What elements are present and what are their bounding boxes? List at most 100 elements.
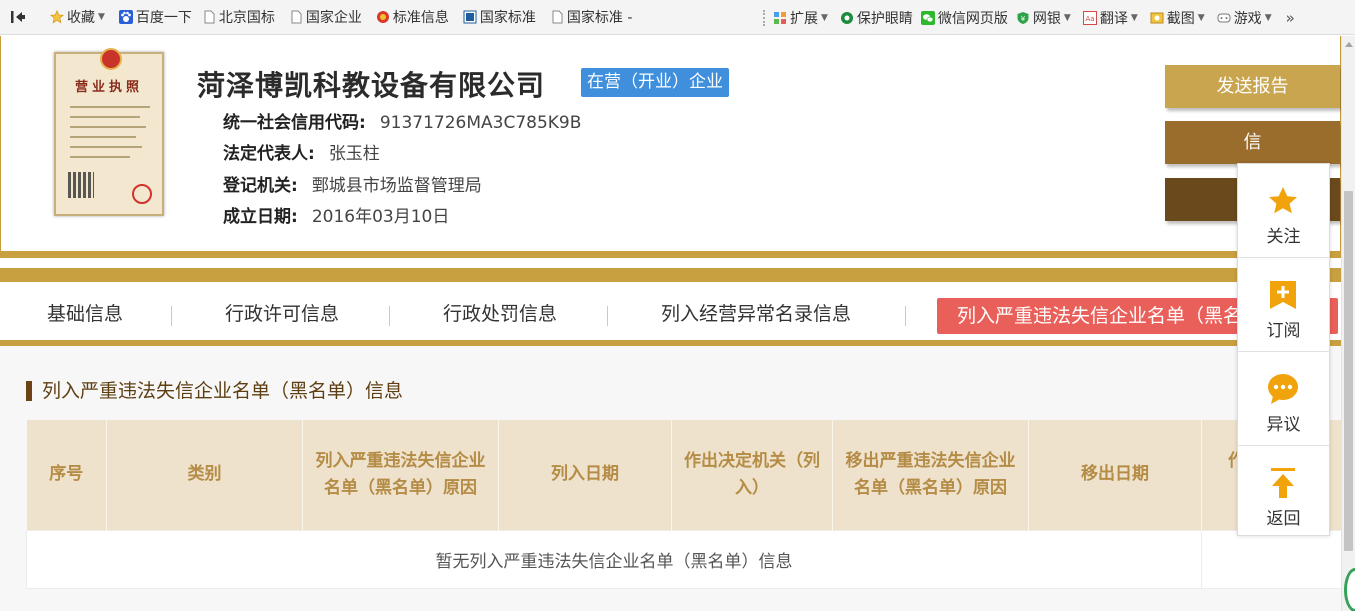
tool-translate[interactable]: Aa 翻译 ▼ bbox=[1082, 0, 1138, 35]
info-value: 张玉柱 bbox=[328, 144, 380, 164]
credit-action-button[interactable]: 信 bbox=[1165, 121, 1340, 164]
info-value: 91371726MA3C785K9B bbox=[379, 113, 582, 133]
bookmark-baidu[interactable]: 百度一下 bbox=[118, 0, 192, 35]
company-header-card: 营业执照 菏泽博凯科教设备有限公司 在营（开业）企业 统一社会信用代码: 9137… bbox=[0, 36, 1341, 258]
browser-bookmark-bar: 收藏 ▼ 百度一下 北京国标 国家企业 标准信息 国家标准 国家标准 - 扩展 … bbox=[0, 0, 1355, 35]
info-credit-code: 统一社会信用代码: 91371726MA3C785K9B bbox=[223, 108, 581, 133]
column-header: 列入严重违法失信企业名单（黑名单）原因 bbox=[302, 420, 499, 530]
official-seal bbox=[132, 184, 152, 204]
subscribe-label: 订阅 bbox=[1266, 321, 1301, 341]
status-badge: 在营（开业）企业 bbox=[581, 68, 729, 97]
column-header: 移出严重违法失信企业名单（黑名单）原因 bbox=[832, 420, 1029, 530]
tab-abnormal-operations[interactable]: 列入经营异常名录信息 bbox=[661, 298, 851, 330]
info-tabs: 基础信息 行政许可信息 行政处罚信息 列入经营异常名录信息 列入严重违法失信企业… bbox=[0, 282, 1341, 346]
bookmark-guojia-biaozhun[interactable]: 国家标准 bbox=[463, 0, 536, 35]
column-header: 序号 bbox=[26, 420, 107, 530]
column-header: 列入日期 bbox=[498, 420, 672, 530]
back-to-top-label: 返回 bbox=[1266, 509, 1301, 529]
star-icon bbox=[1269, 187, 1297, 214]
chevron-down-icon: ▼ bbox=[1197, 12, 1205, 23]
info-label: 法定代表人: bbox=[223, 144, 315, 164]
info-label: 登记机关: bbox=[223, 176, 298, 196]
divider bbox=[0, 268, 1341, 282]
eye-icon bbox=[840, 11, 853, 24]
bookmark-label: 国家标准 - bbox=[566, 10, 633, 26]
star-icon bbox=[50, 10, 64, 24]
tab-admin-license[interactable]: 行政许可信息 bbox=[225, 298, 339, 330]
objection-button[interactable]: 异议 bbox=[1238, 352, 1329, 445]
toolbar-divider bbox=[763, 10, 765, 26]
scroll-up-arrow-icon[interactable] bbox=[1345, 42, 1353, 47]
scrollbar-thumb[interactable] bbox=[1344, 191, 1353, 551]
subscribe-button[interactable]: 订阅 bbox=[1238, 258, 1329, 351]
follow-button[interactable]: 关注 bbox=[1238, 164, 1329, 257]
tool-online-banking[interactable]: ¥ 网银 ▼ bbox=[1016, 0, 1071, 35]
blacklist-table: 序号 类别 列入严重违法失信企业名单（黑名单）原因 列入日期 作出决定机关（列入… bbox=[26, 420, 1355, 589]
translate-icon: Aa bbox=[1082, 10, 1097, 25]
section-title: 列入严重违法失信企业名单（黑名单）信息 bbox=[26, 381, 403, 401]
baidu-paw-icon bbox=[118, 10, 133, 24]
tool-label: 微信网页版 bbox=[937, 10, 1008, 27]
overflow-chevron-icon[interactable]: » bbox=[1286, 0, 1295, 35]
tool-screenshot[interactable]: 截图 ▼ bbox=[1150, 0, 1205, 35]
info-value: 2016年03月10日 bbox=[311, 207, 450, 227]
table-row: 暂无列入严重违法失信企业名单（黑名单）信息 bbox=[26, 529, 1355, 589]
info-label: 统一社会信用代码: bbox=[223, 113, 366, 133]
bookmark-label: 国家标准 bbox=[479, 10, 536, 26]
column-header: 作出决定机关（列入） bbox=[671, 420, 833, 530]
bookmark-label: 收藏 bbox=[67, 10, 95, 26]
business-license-image: 营业执照 bbox=[54, 48, 164, 216]
bookmark-guojia-biaozhun-2[interactable]: 国家标准 - bbox=[550, 0, 633, 35]
info-value: 鄄城县市场监督管理局 bbox=[311, 176, 482, 196]
tool-label: 翻译 bbox=[1099, 10, 1128, 27]
page-scrollbar[interactable] bbox=[1341, 36, 1355, 611]
tool-label: 扩展 bbox=[790, 10, 818, 27]
svg-text:Aa: Aa bbox=[1085, 15, 1094, 23]
chevron-down-icon: ▼ bbox=[1063, 12, 1071, 23]
send-report-button[interactable]: 发送报告 bbox=[1165, 65, 1340, 108]
bookmark-guojia-qiye[interactable]: 国家企业 bbox=[289, 0, 362, 35]
company-name: 菏泽博凯科教设备有限公司 bbox=[197, 69, 546, 102]
wechat-icon bbox=[920, 10, 935, 25]
chevron-down-icon: ▼ bbox=[98, 12, 105, 22]
tool-label: 游戏 bbox=[1233, 10, 1262, 27]
page-icon bbox=[291, 10, 302, 24]
column-header: 移出日期 bbox=[1028, 420, 1202, 530]
button-label: 信 bbox=[1243, 132, 1262, 153]
tool-extensions[interactable]: 扩展 ▼ bbox=[773, 0, 828, 35]
bookmark-label: 国家企业 bbox=[305, 10, 362, 26]
tab-admin-penalty[interactable]: 行政处罚信息 bbox=[443, 298, 557, 330]
tab-separator bbox=[389, 306, 390, 326]
tab-basic-info[interactable]: 基础信息 bbox=[47, 298, 123, 330]
emblem-icon bbox=[376, 11, 389, 23]
info-label: 成立日期: bbox=[223, 207, 298, 227]
tool-label: 截图 bbox=[1166, 10, 1195, 27]
info-legal-rep: 法定代表人: 张玉柱 bbox=[223, 139, 380, 164]
sidebar-toggle-icon[interactable] bbox=[4, 0, 32, 35]
page-content: 营业执照 菏泽博凯科教设备有限公司 在营（开业）企业 统一社会信用代码: 9137… bbox=[0, 36, 1355, 611]
bookmark-beijing-guobiao[interactable]: 北京国标 bbox=[202, 0, 275, 35]
chat-bubble-icon bbox=[1268, 374, 1298, 404]
objection-label: 异议 bbox=[1266, 415, 1301, 435]
empty-message: 暂无列入严重违法失信企业名单（黑名单）信息 bbox=[26, 529, 1202, 589]
tool-games[interactable]: 游戏 ▼ bbox=[1217, 0, 1272, 35]
screenshot-icon bbox=[1150, 12, 1164, 23]
bookmark-favorites[interactable]: 收藏 ▼ bbox=[50, 0, 105, 35]
tab-separator bbox=[905, 306, 906, 326]
tool-eye-protect[interactable]: 保护眼睛 bbox=[840, 0, 913, 35]
tab-separator bbox=[171, 306, 172, 326]
back-to-top-icon bbox=[1271, 468, 1295, 498]
tool-label: 网银 bbox=[1032, 10, 1061, 27]
table-header-row: 序号 类别 列入严重违法失信企业名单（黑名单）原因 列入日期 作出决定机关（列入… bbox=[26, 420, 1355, 530]
tool-label: 保护眼睛 bbox=[856, 10, 913, 27]
doc-grid-icon bbox=[463, 10, 477, 24]
info-registration-authority: 登记机关: 鄄城县市场监督管理局 bbox=[223, 171, 482, 196]
back-to-top-button[interactable]: 返回 bbox=[1238, 446, 1329, 539]
chevron-down-icon: ▼ bbox=[1130, 12, 1138, 23]
column-header: 类别 bbox=[106, 420, 303, 530]
bookmark-biaozhun-xinxi[interactable]: 标准信息 bbox=[376, 0, 449, 35]
browser-tools: 扩展 ▼ 保护眼睛 微信网页版 ¥ 网银 ▼ Aa 翻译 ▼ 截图 ▼ 游戏 ▼… bbox=[773, 0, 1295, 35]
tool-wechat-web[interactable]: 微信网页版 bbox=[920, 0, 1008, 35]
bookmark-label: 北京国标 bbox=[218, 10, 275, 26]
shield-icon: ¥ bbox=[1017, 11, 1029, 24]
